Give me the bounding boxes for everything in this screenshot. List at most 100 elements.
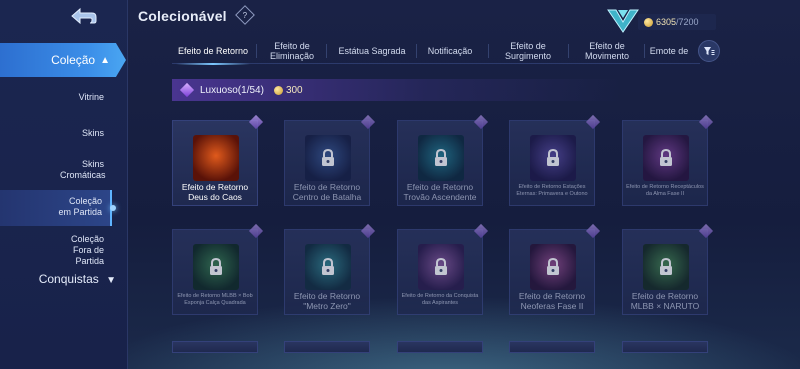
collection-card[interactable]: Efeito de Retorno Trovão Ascendente	[397, 120, 483, 206]
sidebar-item-label: Coleção em Partida	[58, 196, 102, 217]
sidebar-item-skins[interactable]: Skins	[0, 128, 112, 140]
collection-card[interactable]: Efeito de Retorno Receptáculos da Alma F…	[622, 120, 708, 206]
effect-thumbnail	[643, 244, 689, 290]
card-label: Efeito de Retorno Trovão Ascendente	[403, 182, 477, 202]
effect-thumbnail	[305, 135, 351, 181]
collection-card[interactable]: Efeito de Retorno MLBB × Bob Esponja Cal…	[172, 229, 258, 315]
tab-separator	[488, 44, 489, 58]
category-cost-value: 300	[285, 84, 303, 96]
lock-icon	[547, 149, 559, 166]
tab-efeito-de-eliminacao[interactable]: Efeito de Eliminação	[260, 38, 324, 64]
effect-thumbnail	[530, 244, 576, 290]
sidebar: Coleção ▲ Vitrine Skins Skins Cromáticas…	[0, 0, 128, 369]
tab-efeito-de-movimento[interactable]: Efeito de Movimento	[574, 38, 640, 64]
lock-icon	[435, 258, 447, 275]
lock-icon	[322, 258, 334, 275]
sidebar-section-conquistas[interactable]: Conquistas ▼	[0, 268, 126, 290]
filter-button[interactable]	[698, 40, 720, 62]
card-partial[interactable]	[284, 341, 370, 353]
effect-thumbnail	[418, 135, 464, 181]
card-label: Efeito de Retorno Receptáculos da Alma F…	[626, 184, 704, 197]
effect-thumbnail	[193, 244, 239, 290]
card-label: Efeito de Retorno MLBB × Bob Esponja Cal…	[177, 293, 253, 306]
card-partial[interactable]	[509, 341, 595, 353]
points-current: 6305	[656, 17, 677, 27]
effect-thumbnail	[418, 244, 464, 290]
card-label: Efeito de Retorno da Conquista das Aspir…	[401, 293, 479, 306]
sidebar-item-label: Coleção Fora de Partida	[70, 234, 104, 266]
effect-thumbnail	[643, 135, 689, 181]
chevron-down-icon: ▼	[106, 275, 116, 286]
card-partial[interactable]	[622, 341, 708, 353]
tab-efeito-de-surgimento[interactable]: Efeito de Surgimento	[494, 38, 562, 64]
help-glyph: ?	[242, 10, 248, 20]
back-arrow-icon	[71, 7, 97, 25]
tab-separator	[256, 44, 257, 58]
lock-icon	[660, 149, 672, 166]
selection-indicator-icon	[110, 205, 116, 211]
tab-separator	[416, 44, 417, 58]
lock-icon	[322, 149, 334, 166]
tab-label: Emote de	[649, 46, 689, 56]
rank-badge-icon	[607, 9, 639, 33]
tab-label: Efeito de Movimento	[584, 41, 629, 61]
card-label: Efeito de Retorno "Metro Zero"	[293, 291, 361, 311]
help-icon[interactable]: ?	[235, 5, 255, 25]
card-label: Efeito de Retorno Centro de Batalha	[292, 182, 362, 202]
effect-thumbnail	[193, 135, 239, 181]
tab-emote-de[interactable]: Emote de	[646, 38, 692, 64]
sidebar-item-colecao-fora-de-partida[interactable]: Coleção Fora de Partida	[0, 231, 112, 266]
sidebar-section-colecao[interactable]: Coleção ▲	[0, 43, 126, 77]
coin-icon	[273, 85, 283, 95]
points-max: /7200	[676, 17, 699, 27]
tab-label: Efeito de Eliminação	[269, 41, 315, 61]
lock-icon	[210, 258, 222, 275]
sidebar-section-label: Coleção	[51, 53, 96, 67]
coin-icon	[644, 17, 653, 27]
tab-label: Notificação	[427, 46, 473, 56]
sidebar-item-label: Skins	[81, 128, 104, 138]
tab-bar: Efeito de Retorno Efeito de Eliminação E…	[172, 38, 700, 65]
tab-label: Efeito de Surgimento	[504, 41, 552, 61]
sidebar-item-skins-cromaticas[interactable]: Skins Cromáticas	[0, 156, 112, 182]
card-partial[interactable]	[172, 341, 258, 353]
collection-points: 6305/7200	[638, 14, 716, 30]
tab-notificacao[interactable]: Notificação	[420, 38, 480, 64]
card-label: Efeito de Retorno MLBB × NARUTO	[630, 291, 700, 311]
sidebar-item-colecao-em-partida[interactable]: Coleção em Partida	[0, 190, 116, 226]
luxury-gem-icon	[179, 82, 195, 98]
effect-thumbnail	[305, 244, 351, 290]
page-title: Colecionável	[138, 8, 227, 24]
tab-separator	[326, 44, 327, 58]
card-partial[interactable]	[397, 341, 483, 353]
collection-card[interactable]: Efeito de Retorno Centro de Batalha	[284, 120, 370, 206]
chevron-up-icon: ▲	[100, 54, 110, 66]
collection-card[interactable]: Efeito de Retorno da Conquista das Aspir…	[397, 229, 483, 315]
tab-label: Estátua Sagrada	[338, 46, 406, 56]
category-cost: 300	[273, 84, 303, 96]
collection-card[interactable]: Efeito de Retorno "Metro Zero"	[284, 229, 370, 315]
card-label: Efeito de Retorno Neoferas Fase II	[518, 291, 586, 311]
collection-card[interactable]: Efeito de Retorno MLBB × NARUTO	[622, 229, 708, 315]
sidebar-item-label: Skins Cromáticas	[60, 159, 106, 180]
collection-card[interactable]: Efeito de Retorno Deus do Caos	[172, 120, 258, 206]
card-label: Efeito de Retorno Estações Eternas: Prim…	[516, 184, 588, 197]
tab-efeito-de-retorno[interactable]: Efeito de Retorno	[172, 38, 254, 65]
lock-icon	[547, 258, 559, 275]
tab-estatua-sagrada[interactable]: Estátua Sagrada	[330, 38, 414, 64]
tab-label: Efeito de Retorno	[177, 46, 249, 56]
sidebar-item-vitrine[interactable]: Vitrine	[0, 92, 112, 104]
sidebar-section-label: Conquistas	[38, 272, 99, 286]
collection-card[interactable]: Efeito de Retorno Neoferas Fase II	[509, 229, 595, 315]
collection-card[interactable]: Efeito de Retorno Estações Eternas: Prim…	[509, 120, 595, 206]
back-button[interactable]	[58, 4, 106, 28]
effect-thumbnail	[530, 135, 576, 181]
sidebar-item-label: Vitrine	[78, 92, 104, 102]
lock-icon	[660, 258, 672, 275]
category-header: Luxuoso(1/54) 300	[172, 79, 732, 101]
filter-icon	[704, 47, 715, 55]
tab-separator	[644, 44, 645, 58]
lock-icon	[435, 149, 447, 166]
category-name: Luxuoso(1/54)	[200, 84, 264, 96]
tab-separator	[568, 44, 569, 58]
